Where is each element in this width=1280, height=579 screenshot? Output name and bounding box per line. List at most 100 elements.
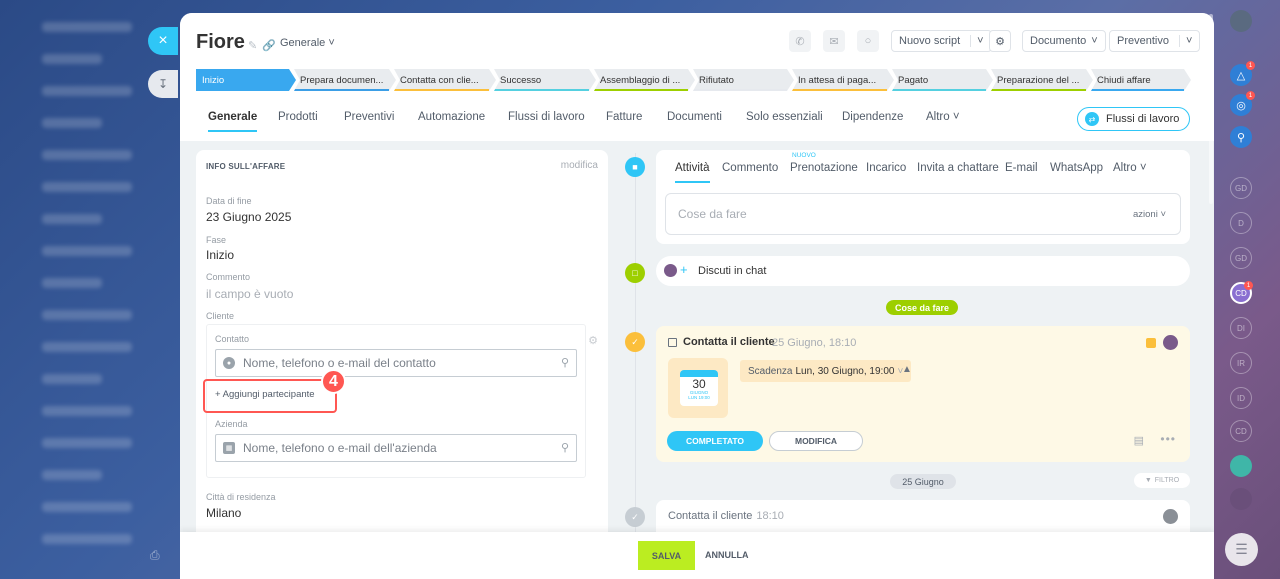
note-icon[interactable]: ▤ [1134,434,1144,447]
workflows-button[interactable]: ⇄ Flussi di lavoro [1077,107,1190,131]
new-script-button[interactable]: Nuovo script ˅ [891,30,992,52]
calendar-icon: 30 GIUGNO LUN 19:00 [668,358,728,418]
tab-0[interactable]: Generale [208,111,258,132]
link-icon[interactable]: 🔗 [262,39,276,52]
search-chat-icon[interactable]: ⚲ [1230,126,1252,148]
stage-0[interactable]: Inizio [196,69,296,91]
deal-header: Fiore ✎ 🔗 Generale ˅ ✆ ✉ ○ Nuovo script ˅… [180,13,1214,141]
activity-tab-4[interactable]: Invita a chattare [917,162,999,174]
chat-avatar-4[interactable]: DI [1230,317,1252,339]
user-avatar[interactable] [1230,10,1252,32]
stage-6[interactable]: In attesa di paga... [792,69,894,91]
edit-pencil-icon[interactable]: ✎ [248,39,257,52]
stage-value[interactable]: Inizio [206,248,234,262]
tab-label: Documenti [667,111,722,123]
color-marker[interactable] [1146,338,1156,348]
activity-tab-0[interactable]: Attività [675,162,710,183]
activity-tab-1[interactable]: Commento [722,162,778,174]
quote-button[interactable]: Preventivo ˅ [1109,30,1201,52]
tab-8[interactable]: Dipendenze [842,111,903,123]
stage-7[interactable]: Pagato [892,69,993,91]
tab-4[interactable]: Flussi di lavoro [508,111,585,123]
comment-value[interactable]: il campo è vuoto [206,287,293,301]
more-icon[interactable]: ••• [1160,432,1176,446]
stage-3[interactable]: Successo [494,69,596,91]
app-avatar-1[interactable] [1230,488,1252,510]
stage-5[interactable]: Rifiutato [693,69,794,91]
activity-tab-3[interactable]: Incarico [866,162,906,174]
contact-label: Contatto [215,334,250,344]
edit-link[interactable]: modifica [561,160,598,171]
task-checkbox[interactable] [668,338,677,347]
date-pill: 25 Giugno [890,474,956,489]
tab-6[interactable]: Documenti [667,111,722,123]
task-title[interactable]: Contatta il cliente [683,336,775,348]
close-button[interactable]: × [148,27,178,55]
stage-2[interactable]: Contatta con clie... [394,69,496,91]
activity-tab-6[interactable]: WhatsApp [1050,162,1103,174]
app-avatar-0[interactable] [1230,455,1252,477]
activity-tab-2[interactable]: Prenotazione [790,162,858,174]
chat-avatar-6[interactable]: ID [1230,387,1252,409]
history-title[interactable]: Contatta il cliente 18:10 [668,510,784,522]
bell-icon[interactable]: △ 1 [1230,61,1255,86]
chat-avatar-5[interactable]: IR [1230,352,1252,374]
tab-7[interactable]: Solo essenziali [746,111,823,123]
chat-avatar-2[interactable]: GD [1230,247,1252,269]
bell-icon[interactable]: ▲ [902,364,912,375]
deadline-selector[interactable]: Scadenza Lun, 30 Giugno, 19:00 ˅ [740,360,912,382]
contact-search-input[interactable]: ● Nome, telefono o e-mail del contatto ⚲ [215,349,577,377]
minimize-button[interactable]: ↧ [148,70,178,98]
chat-avatar-7[interactable]: CD [1230,420,1252,442]
settings-gear-icon[interactable]: ⚙ [588,334,598,347]
chat-avatar-1[interactable]: D [1230,212,1252,234]
activity-timeline-icon: ■ [625,157,645,177]
gear-icon[interactable]: ⚙ [989,30,1011,52]
document-button[interactable]: Documento ˅ [1022,30,1106,52]
target-icon[interactable]: ◎ 1 [1230,91,1255,116]
company-search-input[interactable]: ▦ Nome, telefono o e-mail dell'azienda ⚲ [215,434,577,462]
chat-icon[interactable]: ○ [857,30,879,52]
avatar-initials: CD [1235,426,1247,436]
stage-label: In attesa di paga... [798,74,877,86]
company-label: Azienda [215,419,248,429]
completed-button[interactable]: COMPLETATO [667,431,763,451]
tab-3[interactable]: Automazione [418,111,485,123]
stage-label: Fase [206,235,227,245]
end-date-label: Data di fine [206,196,252,206]
discuss-in-chat[interactable]: + Discuti in chat [656,256,1190,286]
stage-9[interactable]: Chiudi affare [1091,69,1191,91]
activity-tab-5[interactable]: E-mail [1005,162,1038,174]
tab-label: Solo essenziali [746,111,823,123]
todo-input[interactable]: Cose da fare azioni ˅ [665,193,1181,235]
activity-tab-7[interactable]: Altro ˅ [1113,162,1147,174]
avatar-initials: GD [1235,253,1247,263]
actions-dropdown[interactable]: azioni ˅ [1133,209,1166,220]
end-date-value[interactable]: 23 Giugno 2025 [206,210,291,224]
tab-2[interactable]: Preventivi [344,111,395,123]
stage-1[interactable]: Prepara documen... [294,69,396,91]
stage-8[interactable]: Preparazione del ... [991,69,1093,91]
calendar-sub: LUN 19:00 [688,395,710,400]
cancel-button[interactable]: ANNULLA [705,550,749,560]
avatar-initials: IR [1237,358,1245,368]
save-button[interactable]: SALVA [638,541,695,570]
scrollbar[interactable] [1209,14,1213,204]
tab-5[interactable]: Fatture [606,111,642,123]
stage-4[interactable]: Assemblaggio di ... [594,69,695,91]
comment-label: Commento [206,272,251,282]
filter-button[interactable]: ▼ FILTRO [1134,473,1190,488]
city-value[interactable]: Milano [206,506,241,520]
phone-icon[interactable]: ✆ [789,30,811,52]
tab-1[interactable]: Prodotti [278,111,318,123]
edit-task-button[interactable]: MODIFICA [769,431,863,451]
search-icon: ⚲ [560,442,569,454]
avatar [1163,509,1178,524]
hamburger-menu-icon[interactable]: ☰ [1225,533,1258,566]
chat-avatar-0[interactable]: GD [1230,177,1252,199]
chat-avatar-3[interactable]: CD 1 [1230,281,1253,304]
tab-9[interactable]: Altro ˅ [926,111,960,123]
tab-label: Preventivi [344,111,395,123]
category-selector[interactable]: Generale ˅ [280,37,335,49]
mail-icon[interactable]: ✉ [823,30,845,52]
